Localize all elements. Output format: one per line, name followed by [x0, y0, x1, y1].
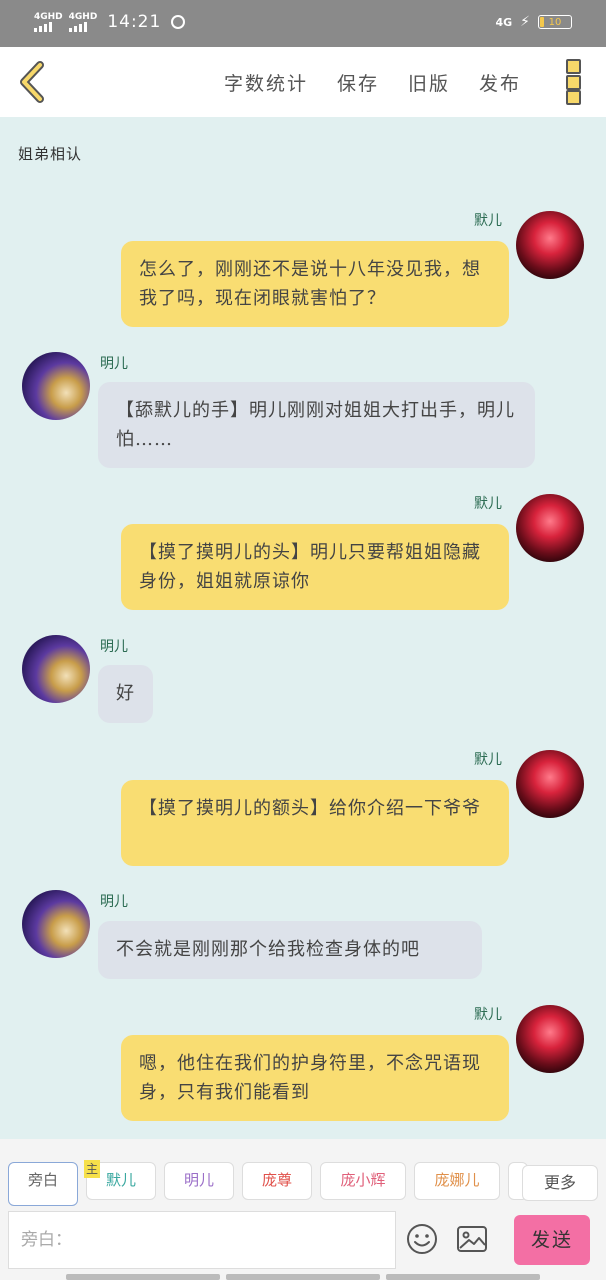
speaker-name: 默儿 — [474, 752, 502, 768]
save-button[interactable]: 保存 — [337, 69, 379, 96]
speaker-name: 默儿 — [474, 1007, 502, 1023]
role-chip-minger[interactable]: 明儿 — [164, 1162, 234, 1200]
role-chip-pangnaer[interactable]: 庞娜儿 — [414, 1162, 500, 1200]
avatar[interactable] — [516, 750, 584, 818]
emoji-icon[interactable] — [406, 1223, 438, 1255]
message-bubble[interactable]: 嗯，他住在我们的护身符里，不念咒语现身，只有我们能看到 — [121, 1035, 509, 1121]
image-icon[interactable] — [456, 1225, 488, 1253]
role-label: 庞尊 — [261, 1171, 292, 1189]
charging-icon: ⚡ — [520, 14, 530, 30]
old-version-button[interactable]: 旧版 — [408, 69, 450, 96]
avatar[interactable] — [516, 494, 584, 562]
message-input[interactable] — [8, 1211, 396, 1269]
clock: 14:21 — [107, 12, 162, 32]
send-button[interactable]: 发送 — [514, 1215, 590, 1265]
status-bar: 4GHD 4GHD 14:21 4G ⚡ 10 — [0, 0, 606, 47]
more-menu-icon[interactable] — [566, 59, 582, 105]
publish-button[interactable]: 发布 — [479, 69, 521, 96]
battery-icon: 10 — [538, 15, 572, 29]
network-type-2: 4GHD — [68, 11, 98, 22]
speaker-name: 默儿 — [474, 213, 502, 229]
editor-toolbar: 字数统计 保存 旧版 发布 — [0, 47, 606, 117]
role-label: 庞小辉 — [340, 1171, 386, 1189]
message-bubble[interactable]: 不会就是刚刚那个给我检查身体的吧 — [98, 921, 482, 979]
composer-panel: 旁白 默儿 明儿 庞尊 庞小辉 庞娜儿 主 更多 旁白： 发送 — [0, 1139, 606, 1280]
signal-icon: 4GHD — [34, 11, 63, 32]
message-bubble[interactable]: 好 — [98, 665, 153, 723]
speaker-name: 明儿 — [100, 356, 128, 372]
globe-icon — [171, 15, 186, 29]
role-chip-pangzun[interactable]: 庞尊 — [242, 1162, 312, 1200]
avatar[interactable] — [22, 635, 90, 703]
role-label: 庞娜儿 — [434, 1171, 480, 1189]
signal-icon: 4GHD — [68, 11, 98, 32]
avatar[interactable] — [516, 211, 584, 279]
speaker-name: 明儿 — [100, 639, 128, 655]
avatar[interactable] — [516, 1005, 584, 1073]
message-bubble[interactable]: 【摸了摸明儿的额头】给你介绍一下爷爷 — [121, 780, 509, 866]
role-chip-narrator[interactable]: 旁白 — [8, 1162, 78, 1206]
more-roles-button[interactable]: 更多 — [522, 1165, 598, 1201]
avatar[interactable] — [22, 890, 90, 958]
word-count-button[interactable]: 字数统计 — [224, 69, 308, 96]
battery-level: 10 — [548, 17, 562, 28]
back-arrow-icon[interactable] — [16, 61, 48, 103]
role-label: 旁白 — [27, 1171, 58, 1189]
speaker-name: 明儿 — [100, 894, 128, 910]
avatar[interactable] — [22, 352, 90, 420]
network-type-1: 4GHD — [34, 11, 63, 22]
message-bubble[interactable]: 【舔默儿的手】明儿刚刚对姐姐大打出手，明儿怕…… — [98, 382, 535, 468]
speaker-name: 默儿 — [474, 496, 502, 512]
gesture-bar — [66, 1274, 540, 1280]
host-badge: 主 — [84, 1160, 100, 1178]
role-label: 明儿 — [183, 1171, 214, 1189]
message-bubble[interactable]: 怎么了，刚刚还不是说十八年没见我，想我了吗，现在闭眼就害怕了？ — [121, 241, 509, 327]
network-type-right: 4G — [495, 15, 513, 29]
message-bubble[interactable]: 【摸了摸明儿的头】明儿只要帮姐姐隐藏身份，姐姐就原谅你 — [121, 524, 509, 610]
role-chip-pangxiaohui[interactable]: 庞小辉 — [320, 1162, 406, 1200]
chapter-title: 姐弟相认 — [18, 145, 83, 163]
role-label: 默儿 — [105, 1171, 136, 1189]
